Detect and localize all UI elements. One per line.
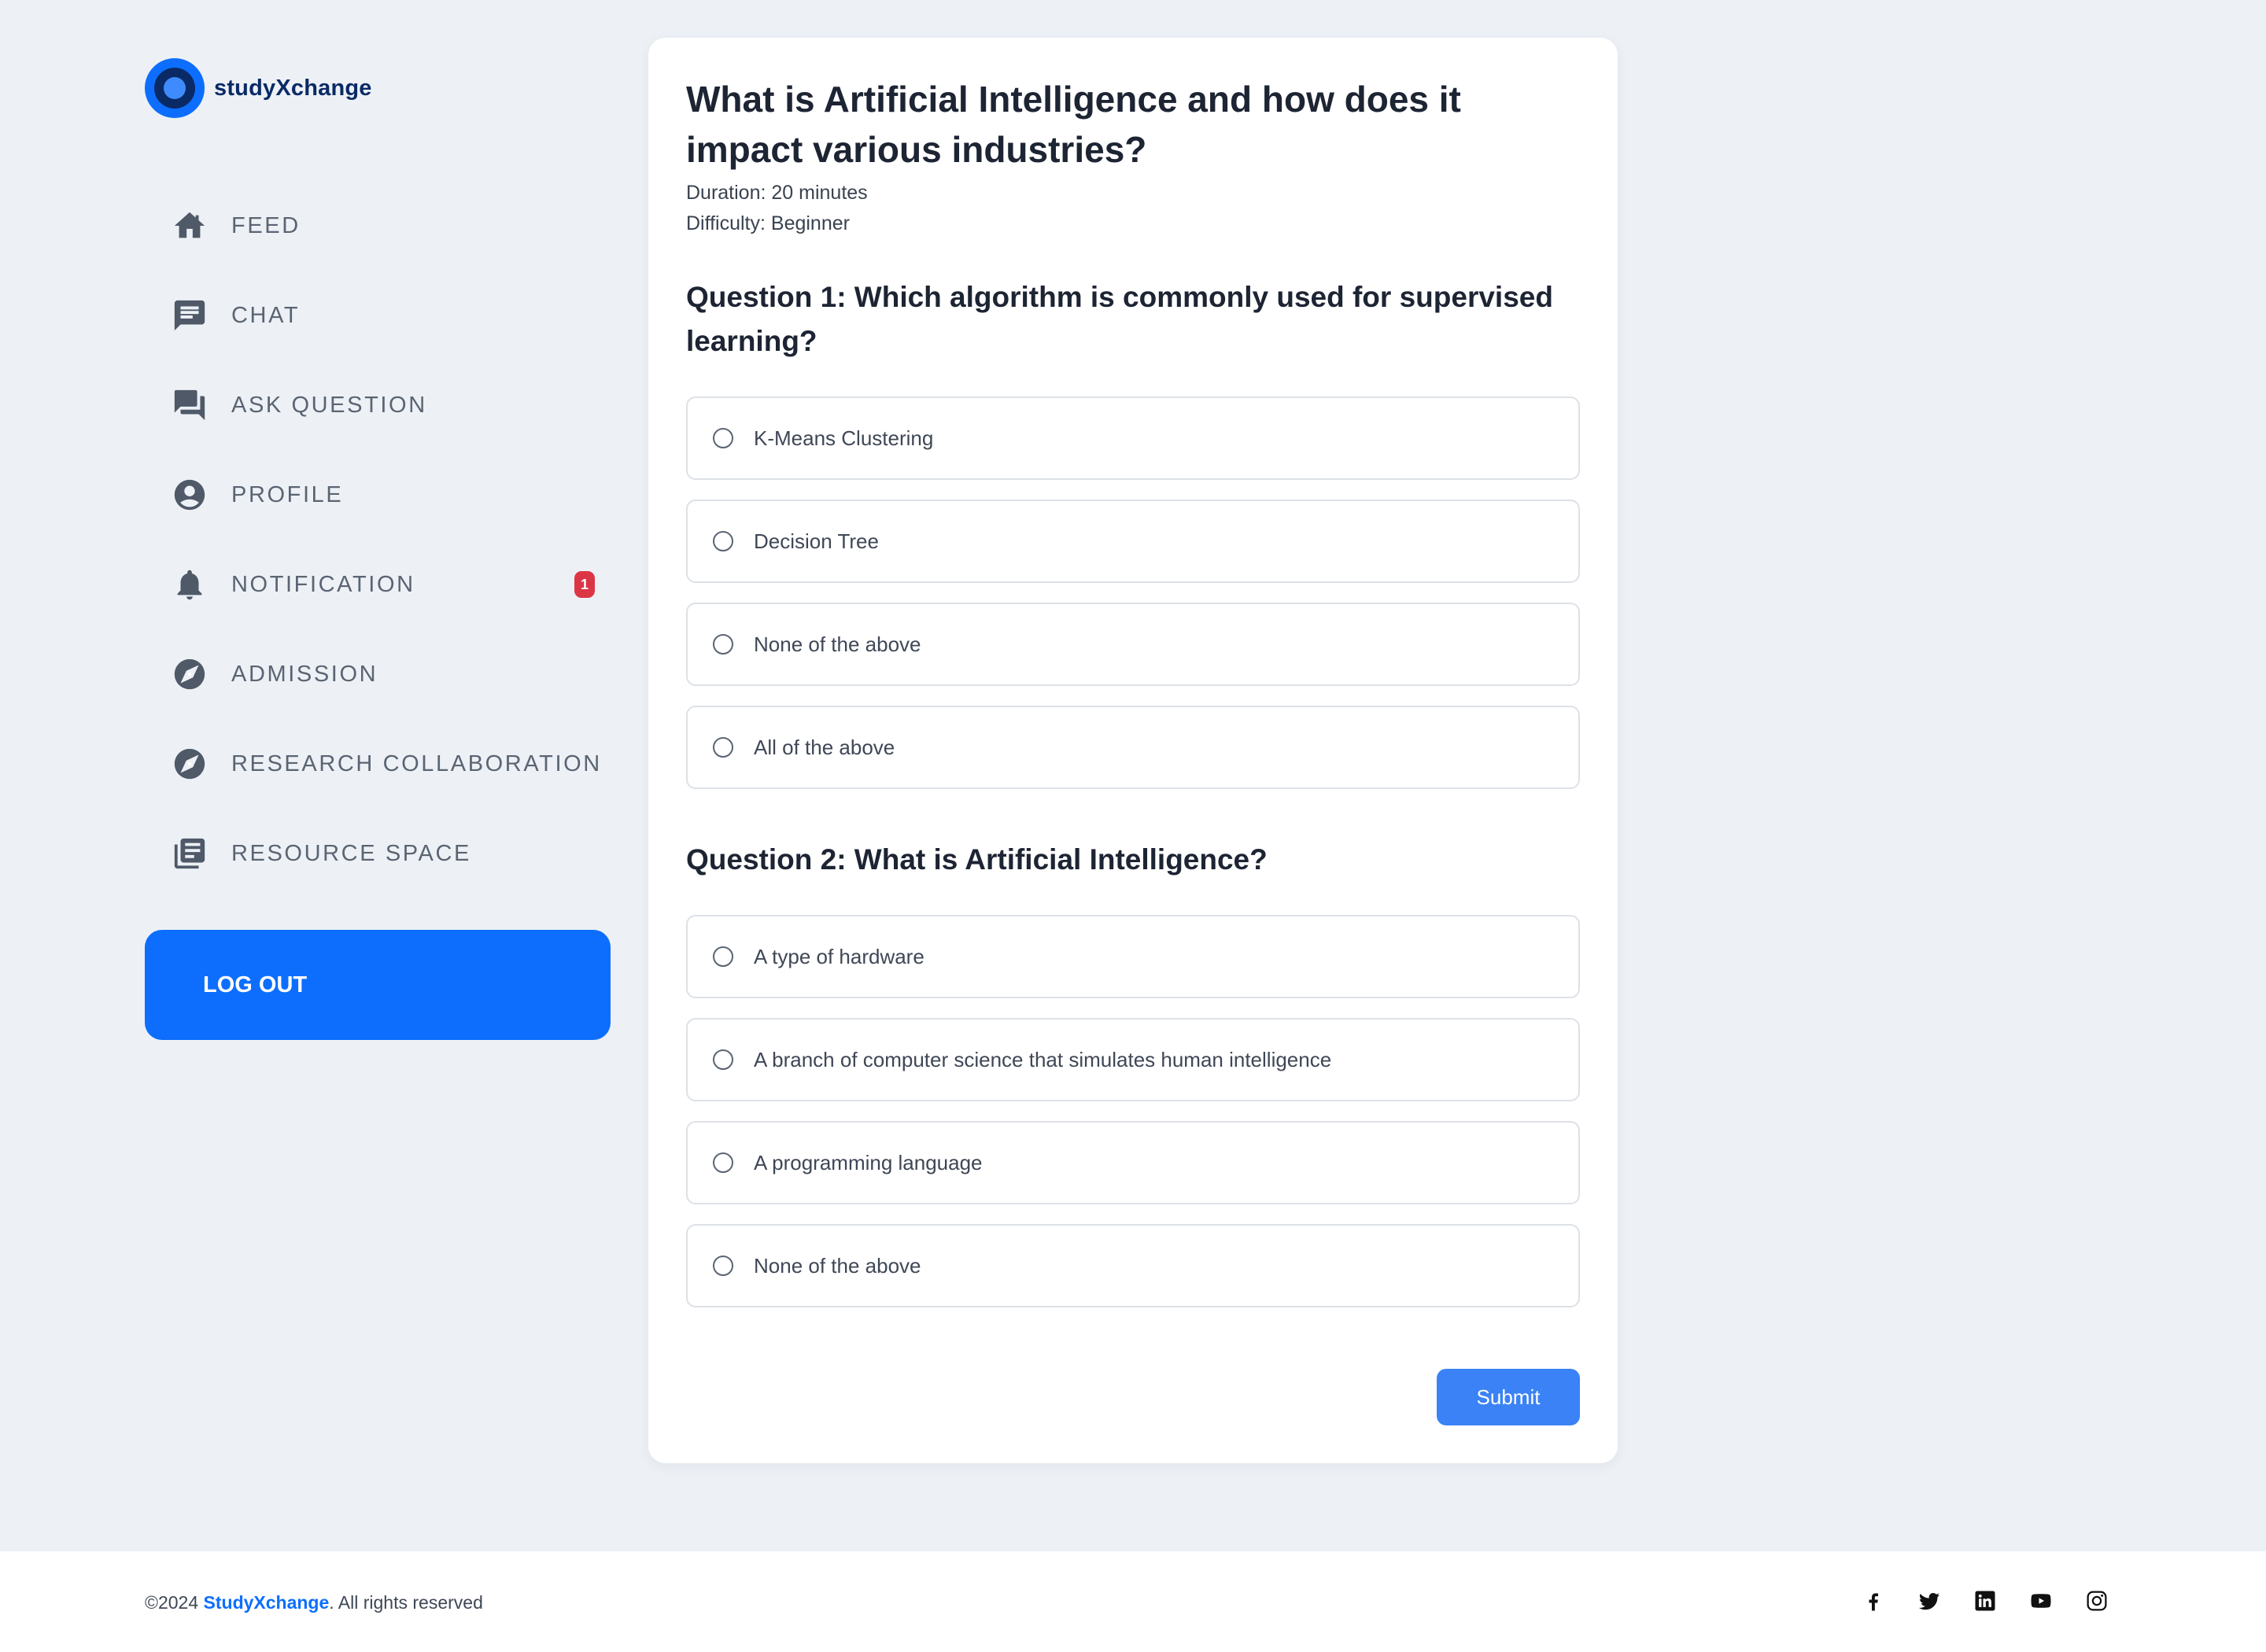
twitter-icon[interactable]	[1917, 1589, 1941, 1613]
quiz-duration: Duration: 20 minutes	[686, 182, 868, 204]
sidebar-nav: FEED CHAT ASK QUESTION PROFILE NOTIFICAT…	[145, 181, 612, 898]
answer-option-label: None of the above	[754, 632, 921, 656]
answer-option-label: A branch of computer science that simula…	[754, 1047, 1332, 1071]
quiz-title: What is Artificial Intelligence and how …	[686, 79, 1461, 170]
quiz-difficulty: Difficulty: Beginner	[686, 212, 850, 234]
radio-button[interactable]	[713, 1152, 733, 1173]
copyright: ©2024 StudyXchange. All rights reserved	[145, 1592, 483, 1613]
linkedin-icon[interactable]	[1973, 1589, 1997, 1613]
answer-option-label: All of the above	[754, 735, 895, 759]
notification-count-badge: 1	[574, 571, 595, 598]
brand[interactable]: studyXchange	[145, 58, 612, 118]
question-1: Question 1: Which algorithm is commonly …	[686, 275, 1580, 789]
submit-button[interactable]: Submit	[1437, 1369, 1580, 1425]
question-2: Question 2: What is Artificial Intellige…	[686, 838, 1580, 1307]
owl-logo-icon	[145, 58, 205, 118]
answer-option[interactable]: None of the above	[686, 603, 1580, 686]
copyright-suffix: . All rights reserved	[329, 1592, 483, 1613]
radio-button[interactable]	[713, 737, 733, 758]
answer-option-label: None of the above	[754, 1253, 921, 1278]
answer-option[interactable]: A programming language	[686, 1121, 1580, 1204]
footer: ©2024 StudyXchange. All rights reserved	[0, 1551, 2266, 1652]
sidebar-item-label: RESOURCE SPACE	[231, 840, 471, 866]
sidebar-item-label: ADMISSION	[231, 661, 378, 687]
copyright-prefix: ©2024	[145, 1592, 204, 1613]
bell-icon	[172, 566, 208, 603]
radio-button[interactable]	[713, 531, 733, 551]
answer-option-label: A type of hardware	[754, 944, 924, 968]
sidebar-item-label: ASK QUESTION	[231, 392, 427, 418]
sidebar-item-notification[interactable]: NOTIFICATION 1	[145, 540, 612, 629]
sidebar: studyXchange FEED CHAT ASK QUESTION PROF…	[145, 58, 612, 1040]
brand-name: studyXchange	[214, 75, 372, 101]
radio-button[interactable]	[713, 634, 733, 655]
answer-option[interactable]: All of the above	[686, 706, 1580, 789]
answer-option[interactable]: Decision Tree	[686, 500, 1580, 583]
sidebar-item-label: CHAT	[231, 302, 301, 328]
sidebar-item-research-collaboration[interactable]: RESEARCH COLLABORATION	[145, 719, 612, 809]
copyright-brand-link[interactable]: StudyXchange	[204, 1592, 330, 1613]
sidebar-item-resource-space[interactable]: RESOURCE SPACE	[145, 809, 612, 898]
home-icon	[172, 208, 208, 244]
answer-option-label: A programming language	[754, 1150, 983, 1174]
radio-button[interactable]	[713, 1256, 733, 1276]
sidebar-item-feed[interactable]: FEED	[145, 181, 612, 271]
answer-option-label: Decision Tree	[754, 529, 879, 553]
answer-option[interactable]: A branch of computer science that simula…	[686, 1018, 1580, 1101]
youtube-icon[interactable]	[2029, 1589, 2053, 1613]
chat-icon	[172, 297, 208, 334]
sidebar-item-profile[interactable]: PROFILE	[145, 450, 612, 540]
answer-options: K-Means Clustering Decision Tree None of…	[686, 396, 1580, 789]
compass-icon	[172, 656, 208, 692]
sidebar-item-label: PROFILE	[231, 481, 344, 507]
answer-option[interactable]: K-Means Clustering	[686, 396, 1580, 480]
page: studyXchange FEED CHAT ASK QUESTION PROF…	[0, 0, 2266, 1652]
sidebar-item-label: RESEARCH COLLABORATION	[231, 750, 602, 776]
user-icon	[172, 477, 208, 513]
instagram-icon[interactable]	[2085, 1589, 2109, 1613]
logout-button[interactable]: LOG OUT	[145, 930, 611, 1040]
question-title: Question 1: Which algorithm is commonly …	[686, 281, 1553, 357]
radio-button[interactable]	[713, 946, 733, 967]
answer-option-label: K-Means Clustering	[754, 426, 934, 450]
sidebar-item-admission[interactable]: ADMISSION	[145, 629, 612, 719]
radio-button[interactable]	[713, 428, 733, 448]
sidebar-item-ask-question[interactable]: ASK QUESTION	[145, 360, 612, 450]
forum-icon	[172, 387, 208, 423]
radio-button[interactable]	[713, 1049, 733, 1070]
answer-options: A type of hardware A branch of computer …	[686, 915, 1580, 1307]
question-title: Question 2: What is Artificial Intellige…	[686, 843, 1268, 876]
sidebar-item-label: NOTIFICATION	[231, 571, 415, 597]
answer-option[interactable]: None of the above	[686, 1224, 1580, 1307]
social-links	[1829, 1589, 2109, 1613]
quiz-card: What is Artificial Intelligence and how …	[648, 38, 1618, 1463]
library-icon	[172, 835, 208, 872]
sidebar-item-chat[interactable]: CHAT	[145, 271, 612, 360]
compass-icon	[172, 746, 208, 782]
sidebar-item-label: FEED	[231, 212, 301, 238]
answer-option[interactable]: A type of hardware	[686, 915, 1580, 998]
facebook-icon[interactable]	[1862, 1589, 1885, 1613]
